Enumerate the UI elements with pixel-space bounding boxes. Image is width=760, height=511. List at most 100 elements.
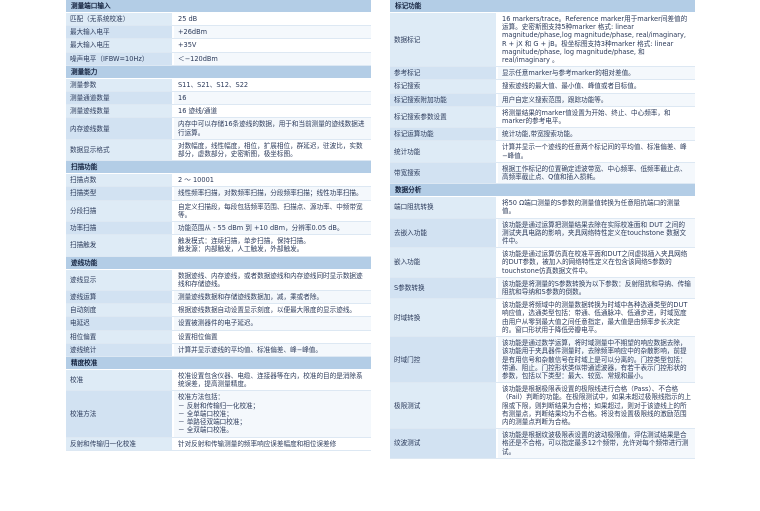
spec-value: 该功能是将频域中的测量数据转换为时域中各种选通类型的DUT响应值，选通类型包括：… [498, 299, 695, 336]
spec-row: 数据显示格式 对数幅度，线性幅度，相位，扩展相位，群延迟，驻波比，实数部分，虚数部… [66, 139, 371, 162]
spec-table-right: 标记功能 数据标记 16 markers/trace。Reference marke… [390, 0, 695, 511]
spec-value: +35V [174, 39, 371, 51]
spec-label: 测量迹线数量 [66, 105, 174, 118]
spec-value-text: 内存中可以存储16条迹线的数据，用于和当前测量的迹线数据进行运算。 [178, 120, 365, 137]
spec-value-text: 统计功能,带宽搜索功能。 [502, 130, 577, 139]
spec-label: 纹波测试 [390, 429, 498, 458]
spec-row: 扫描类型 线性频率扫描，对数频率扫描，分段频率扫描；线性功率扫描。 [66, 187, 371, 201]
spec-value-text: 该功能是将频域中的测量数据转换为时域中各种选通类型的DUT响应值，选通类型包括：… [502, 301, 688, 334]
spec-value-text: 根据工作标记的位置确定滤波带宽、中心频率、低频率截止点、高频率截止点、Q值和插入… [502, 164, 687, 182]
spec-value-text: ＜−120dBm [178, 54, 218, 63]
spec-row: 最大输入电压 +35V [66, 39, 371, 53]
spec-row: 数据标记 16 markers/trace。Reference marker用于m… [390, 13, 695, 68]
spec-row: 自动刻度 根据迹线数据自动设置显示刻度，以便最大限度的显示迹线。 [66, 304, 371, 318]
section-header: 精度校准 [66, 357, 371, 371]
spec-row: 去嵌入功能 该功能是通过运算把测量结果去除在实际校准面和 DUT 之间的测试夹具电… [390, 218, 695, 249]
spec-label: 标记搜索参数设置 [390, 106, 498, 128]
section-header: 标记功能 [390, 0, 695, 13]
section-header: 测量能力 [66, 65, 371, 79]
spec-value: 测量迹线数据和存储迹线数据加，减，乘或者除。 [174, 291, 371, 304]
spec-label: 内存迹线数量 [66, 118, 174, 139]
spec-value: 2 ～ 10001 [174, 174, 371, 186]
spec-label: 电延迟 [66, 317, 174, 330]
spec-row: 标记搜索参数设置 将测量结果的marker值设置为开始、终止、中心频率，和mark… [390, 106, 695, 129]
spec-value-text: 校准方法包括： － 反射和传输归一化校准； － 全单端口校准； － 单路径双端口… [178, 393, 260, 435]
spec-label: 带宽搜索 [390, 162, 498, 184]
spec-label: 迹线统计 [66, 343, 174, 357]
spec-value: 25 dB [174, 13, 371, 25]
section-header: 数据分析 [390, 184, 695, 198]
spec-label: 扫描触发 [66, 235, 174, 256]
spec-value: 该功能是根据极限表设置的极限线进行合格（Pass）、不合格（Fail）判断的功能… [498, 383, 695, 428]
spec-row: 内存迹线数量 内存中可以存储16条迹线的数据，用于和当前测量的迹线数据进行运算。 [66, 118, 371, 140]
spec-label: 校准 [66, 370, 174, 391]
spec-label: 标记搜索附加功能 [390, 93, 498, 106]
spec-row: 功率扫描 功能范围从 - 55 dBm 到 +10 dBm，分辨率0.05 dB。 [66, 222, 371, 236]
spec-row: 迹线显示 数据迹线、内存迹线，或者数据迹线和内存迹线同时显示数据迹线和存储迹线。 [66, 269, 371, 292]
spec-value-text: 16 [178, 94, 187, 103]
section-header: 迹线功能 [66, 256, 371, 270]
spec-value-text: 对数幅度，线性幅度，相位，扩展相位，群延迟，驻波比，实数部分，虚数部分，史密斯图… [178, 141, 363, 159]
spec-row: S参数转换 该功能是将测量的S参数转换为以下参数：反射阻抗和导纳、传输阻抗和导纳和… [390, 277, 695, 300]
spec-label: 极限测试 [390, 383, 498, 429]
spec-row: 纹波测试 该功能是根据纹波极限表设置的波动极限值，评估测试结果是合格还是不合格，可… [390, 429, 695, 459]
spec-value-text: 线性频率扫描，对数频率扫描，分段频率扫描；线性功率扫描。 [178, 189, 363, 198]
spec-value-text: +35V [178, 41, 197, 50]
spec-value: 该功能是通过运算仿真在校准平面和DUT之间虚拟插入夹具网络的DUT参数，被加入的… [498, 248, 695, 277]
spec-value-text: 根据迹线数据自动设置显示刻度，以便最大限度的显示迹线。 [178, 306, 357, 315]
spec-value: 该功能是通过运算把测量结果去除在实际校准面和 DUT 之间的测试夹具电路的影响，… [498, 218, 695, 248]
spec-row: 嵌入功能 该功能是通过运算仿真在校准平面和DUT之间虚拟插入夹具网络的DUT参数，… [390, 248, 695, 278]
spec-row: 电延迟 设置被测器件的电子延迟。 [66, 317, 371, 331]
spec-value: 设置相位偏置 [174, 331, 371, 343]
spec-value: 计算并显示迹线的平均值、标准偏差、峰−峰值。 [174, 343, 371, 357]
spec-value: 根据工作标记的位置确定滤波带宽、中心频率、低频率截止点、高频率截止点、Q值和插入… [498, 162, 695, 184]
spec-value: 设置被测器件的电子延迟。 [174, 317, 371, 330]
spec-value: 该功能是通过数学运算，将时域测量中不期望的响应数据去除，该功能用于夹具器件测量时… [498, 337, 695, 383]
spec-label: 反射和传输归一化校准 [66, 437, 174, 450]
spec-value-text: 计算并显示一个迹线的任意两个标记间的平均值、标准偏差、峰−峰值。 [502, 143, 687, 160]
spec-row: 校准 校准设置包含仪器、电缆、连接器等在内，校准的目的是消除系统误差，提高测量精度… [66, 370, 371, 392]
spec-value: 显示任意marker与参考marker的相对差值。 [498, 67, 695, 80]
spec-value-text: 将50 Ω端口测量的S参数的测量值转换为任意阻抗端口的测量值。 [502, 199, 680, 216]
spec-value-text: 功能范围从 - 55 dBm 到 +10 dBm，分辨率0.05 dB。 [178, 224, 344, 233]
spec-value: 对数幅度，线性幅度，相位，扩展相位，群延迟，驻波比，实数部分，虚数部分，史密斯图… [174, 140, 371, 160]
spec-label: S参数转换 [390, 277, 498, 299]
spec-row: 测量通道数量 16 [66, 92, 371, 106]
spec-label: 校准方法 [66, 391, 174, 437]
spec-value-text: 16 迹线/通道 [178, 107, 218, 116]
spec-value-text: 设置被测器件的电子延迟。 [178, 319, 258, 328]
spec-table-left: 测量端口输入 匹配（无系统校准） 25 dB 最大输入电平 +26dBm 最大输入电压 +3… [66, 0, 371, 511]
spec-value-text: 将测量结果的marker值设置为开始、终止、中心频率，和marker的参考电平。 [502, 108, 671, 126]
section-header: 测量端口输入 [66, 0, 371, 13]
spec-value-text: S11、S21、S12、S22 [178, 80, 249, 89]
spec-value-text: 2 ～ 10001 [178, 176, 214, 185]
spec-value-text: 该功能是将测量的S参数转换为以下参数：反射阻抗和导纳、传输阻抗和导纳和S参数的倒… [502, 279, 691, 297]
spec-value: 将测量结果的marker值设置为开始、终止、中心频率，和marker的参考电平。 [498, 107, 695, 127]
spec-row: 分段扫描 自定义扫描段，每段包括频率范围、扫描点、源功率、中频带宽等。 [66, 200, 371, 223]
spec-label: 匹配（无系统校准） [66, 13, 174, 26]
spec-label: 测量通道数量 [66, 92, 174, 105]
spec-value-text: 自定义扫描段，每段包括频率范围、扫描点、源功率、中频带宽等。 [178, 202, 363, 219]
spec-value: 用户自定义搜索范围，跟踪功能等。 [498, 93, 695, 106]
spec-value: 该功能是根据纹波极限表设置的波动极限值，评估测试结果是合格还是不合格，可以指定最… [498, 429, 695, 458]
spec-row: 带宽搜索 根据工作标记的位置确定滤波带宽、中心频率、低频率截止点、高频率截止点、Q… [390, 162, 695, 185]
spec-row: 相位偏置 设置相位偏置 [66, 330, 371, 344]
spec-value-text: 该功能是通过数学运算，将时域测量中不期望的响应数据去除，该功能用于夹具器件测量时… [502, 339, 687, 380]
spec-value-text: 该功能是根据纹波极限表设置的波动极限值，评估测试结果是合格还是不合格，可以指定最… [502, 431, 689, 456]
spec-value: 计算并显示一个迹线的任意两个标记间的平均值、标准偏差、峰−峰值。 [498, 141, 695, 161]
spec-row: 测量迹线数量 16 迹线/通道 [66, 105, 371, 119]
spec-row: 测量参数 S11、S21、S12、S22 [66, 78, 371, 93]
spec-value-text: 设置相位偏置 [178, 332, 218, 341]
spec-value-text: 针对反射和传输测量的频率响应误差幅度和相位误差修 [178, 439, 337, 448]
spec-label: 迹线运算 [66, 291, 174, 304]
spec-value: 根据迹线数据自动设置显示刻度，以便最大限度的显示迹线。 [174, 304, 371, 316]
spec-label: 标记运算功能 [390, 128, 498, 141]
spec-row: 扫描点数 2 ～ 10001 [66, 174, 371, 188]
spec-row: 校准方法 校准方法包括： － 反射和传输归一化校准； － 全单端口校准； － 单路… [66, 391, 371, 438]
section-header: 扫描功能 [66, 161, 371, 175]
spec-row: 最大输入电平 +26dBm [66, 26, 371, 40]
spec-label: 自动刻度 [66, 304, 174, 317]
spec-label: 相位偏置 [66, 330, 174, 343]
spec-label: 端口阻抗转换 [390, 197, 498, 218]
spec-value: 功能范围从 - 55 dBm 到 +10 dBm，分辨率0.05 dB。 [174, 222, 371, 235]
